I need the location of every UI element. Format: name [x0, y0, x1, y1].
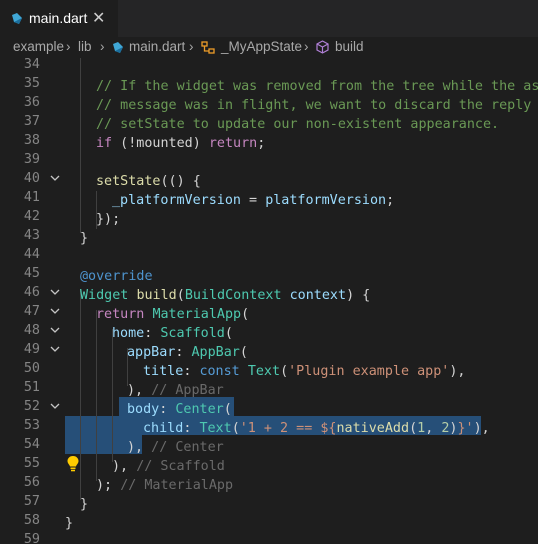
line-number: 45	[23, 266, 40, 281]
code-line-36: // message was in flight, we want to dis…	[96, 98, 538, 113]
code-line-35: // If the widget was removed from the tr…	[96, 79, 538, 94]
fold-chevron-icon[interactable]	[49, 302, 61, 321]
line-number: 49	[23, 342, 40, 357]
fold-chevron-icon[interactable]	[49, 321, 61, 340]
line-number: 36	[23, 95, 40, 110]
lightbulb-icon[interactable]	[66, 455, 80, 472]
tab-bar: main.dart ✕	[0, 0, 538, 37]
line-number: 35	[23, 76, 40, 91]
code-line-40: setState(() {	[96, 174, 201, 189]
chevron-right-icon: ›	[100, 39, 105, 54]
code-line-41: _platformVersion = platformVersion;	[112, 193, 395, 208]
breadcrumb-item-build[interactable]: build	[335, 39, 364, 54]
line-number: 44	[23, 247, 40, 262]
code-line-54: ), // Center	[127, 440, 224, 455]
chevron-right-icon: ›	[304, 39, 309, 54]
line-number: 53	[23, 418, 40, 433]
code-line-56: ); // MaterialApp	[96, 478, 234, 493]
line-number: 54	[23, 437, 40, 452]
dart-file-icon	[113, 42, 123, 53]
code-line-49: appBar: AppBar(	[127, 345, 248, 360]
code-line-43: }	[80, 231, 89, 246]
close-icon[interactable]: ✕	[92, 8, 105, 28]
line-number: 56	[23, 475, 40, 490]
breadcrumb-item-class[interactable]: _MyAppState	[221, 39, 302, 54]
indent-guide	[80, 58, 81, 233]
indent-guide	[96, 310, 97, 481]
line-number: 51	[23, 380, 40, 395]
line-number: 38	[23, 133, 40, 148]
fold-chevron-icon[interactable]	[49, 340, 61, 359]
line-number: 50	[23, 361, 40, 376]
line-number: 52	[23, 399, 40, 414]
chevron-right-icon: ›	[189, 39, 194, 54]
indent-guide	[112, 329, 113, 462]
code-line-47: return MaterialApp(	[96, 307, 250, 322]
code-line-50: title: const Text('Plugin example app'),	[143, 364, 466, 379]
breadcrumb-item-example[interactable]: example	[13, 39, 64, 54]
line-number: 47	[23, 304, 40, 319]
code-line-57: }	[80, 497, 89, 512]
chevron-right-icon: ›	[66, 39, 71, 54]
code-line-55: ), // Scaffold	[112, 459, 225, 474]
line-number: 43	[23, 228, 40, 243]
line-number: 55	[23, 456, 40, 471]
code-line-42: });	[96, 212, 121, 227]
line-number: 48	[23, 323, 40, 338]
code-line-52: body: Center(	[127, 402, 232, 417]
line-number: 39	[23, 152, 40, 167]
fold-chevron-icon[interactable]	[49, 169, 61, 188]
code-line-38: if (!mounted) return;	[96, 136, 266, 151]
breadcrumb-item-main-dart[interactable]: main.dart	[129, 39, 185, 54]
class-icon	[201, 41, 215, 54]
code-editor[interactable]: 34 35 36 37 38 39 40 41 42 43 44 45 46 47 48 49 50 51 52 53…	[0, 58, 538, 544]
line-number: 40	[23, 171, 40, 186]
tab-main-dart[interactable]: main.dart ✕	[0, 0, 118, 37]
tab-title: main.dart	[29, 10, 88, 26]
line-number: 41	[23, 190, 40, 205]
indent-guide	[80, 291, 81, 500]
line-number: 37	[23, 114, 40, 129]
method-cube-icon	[316, 40, 329, 54]
line-number: 57	[23, 494, 40, 509]
line-number: 46	[23, 285, 40, 300]
fold-chevron-icon[interactable]	[49, 397, 61, 416]
code-line-37: // setState to update our non-existent a…	[96, 117, 500, 132]
code-line-53: child: Text('1 + 2 == ${nativeAdd(1, 2)}…	[143, 421, 490, 436]
dart-file-icon	[12, 13, 22, 24]
code-line-58: }	[65, 516, 74, 531]
code-line-45: @override	[80, 269, 153, 284]
line-number: 42	[23, 209, 40, 224]
code-line-46: Widget build(BuildContext context) {	[80, 288, 371, 303]
line-number: 34	[23, 58, 40, 72]
breadcrumb-item-lib[interactable]: lib	[78, 39, 92, 54]
code-line-48: home: Scaffold(	[112, 326, 233, 341]
line-number: 59	[23, 532, 40, 544]
code-line-51: ), // AppBar	[127, 383, 224, 398]
breadcrumb: example › lib › main.dart › _MyAppState …	[0, 37, 538, 58]
fold-chevron-icon[interactable]	[49, 283, 61, 302]
line-number: 58	[23, 513, 40, 528]
